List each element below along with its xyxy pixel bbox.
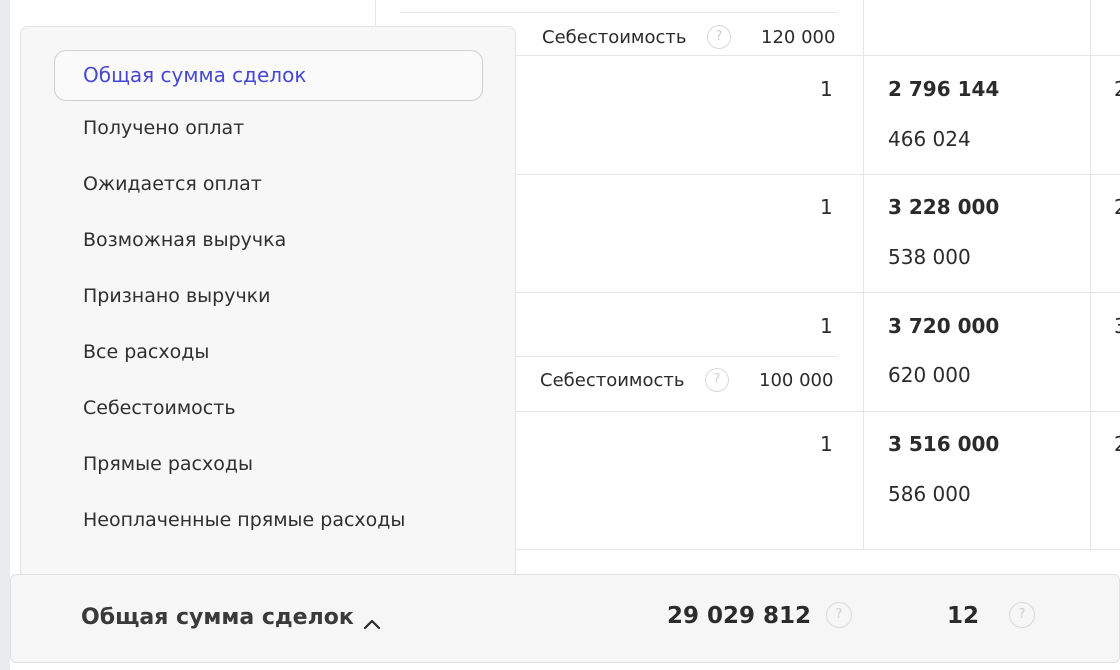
footer-total-value: 29 029 812 [667,603,812,629]
dropdown-item-unpaid-direct-expenses[interactable]: Неоплаченные прямые расходы [83,509,405,531]
row-count: 1 [820,432,833,456]
dropdown-item-all-expenses[interactable]: Все расходы [83,341,209,363]
row-count: 1 [820,195,833,219]
metric-dropdown-menu: Общая сумма сделок Получено оплат Ожидае… [20,26,516,586]
help-icon[interactable]: ? [1009,602,1035,628]
dropdown-item-recognized-revenue[interactable]: Признано выручки [83,285,271,307]
cost-value: 120 000 [761,27,836,48]
cost-label: Себестоимость [540,370,685,391]
help-icon[interactable]: ? [826,602,852,628]
row-count: 1 [820,77,833,101]
metric-selector[interactable]: Общая сумма сделок [71,591,401,647]
dropdown-item-label: Общая сумма сделок [83,63,307,87]
row-next-col: 2 [1114,195,1120,219]
left-gutter [0,0,10,670]
row-amount: 2 796 144 [888,77,1000,101]
help-icon[interactable]: ? [707,25,731,49]
row-amount: 3 228 000 [888,195,1000,219]
footer-count-value: 12 [947,603,980,629]
cost-label: Себестоимость [542,27,687,48]
row-amount-sub: 586 000 [888,482,971,506]
row-amount: 3 516 000 [888,432,1000,456]
column-divider [1090,0,1091,550]
cost-value: 100 000 [759,370,834,391]
column-divider [863,0,864,550]
metric-selector-label: Общая сумма сделок [81,605,354,630]
row-next-col: 2 [1114,77,1120,101]
help-icon[interactable]: ? [705,368,729,392]
dropdown-item-payments-received[interactable]: Получено оплат [83,117,244,139]
dropdown-item-payments-expected[interactable]: Ожидается оплат [83,173,262,195]
row-next-col: 3 [1114,314,1120,338]
dropdown-item-direct-expenses[interactable]: Прямые расходы [83,453,253,475]
row-amount-sub: 538 000 [888,245,971,269]
dropdown-item-cost[interactable]: Себестоимость [83,397,236,419]
row-amount-sub: 620 000 [888,363,971,387]
dropdown-item-possible-revenue[interactable]: Возможная выручка [83,229,286,251]
row-count: 1 [820,314,833,338]
row-amount: 3 720 000 [888,314,1000,338]
row-next-col: 2 [1114,432,1120,456]
dropdown-item-selected[interactable]: Общая сумма сделок [54,50,483,101]
row-amount-sub: 466 024 [888,127,971,151]
summary-footer: Общая сумма сделок 29 029 812 ? 12 ? [10,574,1120,663]
row-divider [400,12,838,13]
chevron-up-icon [363,619,381,630]
